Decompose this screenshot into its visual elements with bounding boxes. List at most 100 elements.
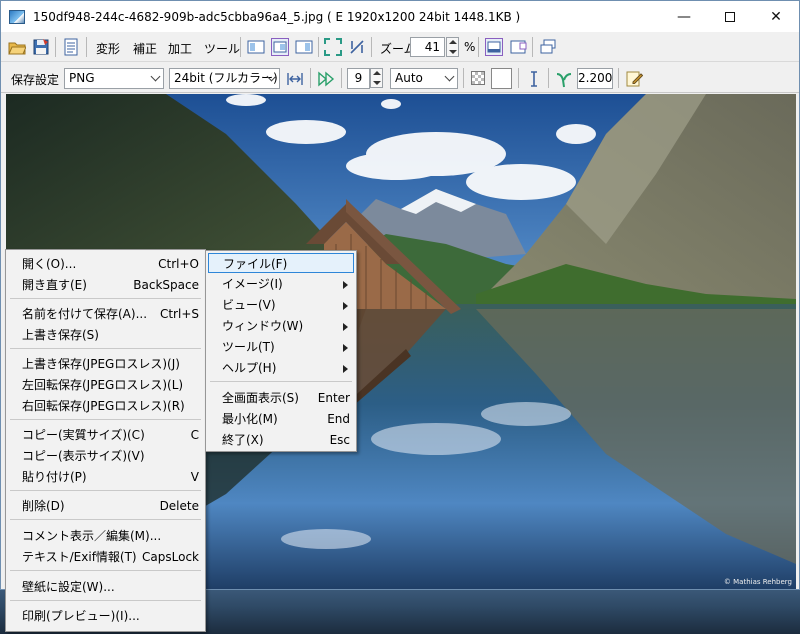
- app-icon: [9, 9, 25, 24]
- menu-item-set-wallpaper[interactable]: 壁紙に設定(W)...: [8, 577, 203, 597]
- text-cursor-icon[interactable]: [525, 70, 543, 88]
- menu-transform[interactable]: 変形: [96, 40, 120, 57]
- mode-value: Auto: [395, 71, 423, 85]
- toolbar-separator: [318, 37, 319, 57]
- minimize-button[interactable]: —: [661, 1, 707, 32]
- actual-size-icon[interactable]: [348, 38, 366, 56]
- submenu-item-exit[interactable]: 終了(X) Esc: [208, 430, 354, 450]
- chevron-right-icon: [343, 344, 348, 352]
- title-bar[interactable]: 150df948-244c-4682-909b-adc5cbba96a4_5.j…: [1, 1, 799, 32]
- menu-item-reopen[interactable]: 開き直す(E) BackSpace: [8, 275, 203, 295]
- toolbar-separator: [341, 68, 342, 88]
- save-settings-toolbar: 保存設定 PNG 24bit (フルカラー) 9 Auto 2.200: [1, 63, 799, 93]
- menu-adjust[interactable]: 補正: [133, 40, 157, 57]
- menu-item-rotate-right-save[interactable]: 右回転保存(JPEGロスレス)(R): [8, 396, 203, 416]
- chevron-right-icon: [343, 365, 348, 373]
- interval-input[interactable]: 9: [347, 68, 370, 89]
- menu-separator: [10, 570, 201, 571]
- minimize-icon: —: [677, 8, 691, 25]
- submenu-item-fullscreen[interactable]: 全画面表示(S) Enter: [208, 388, 354, 408]
- menu-item-paste[interactable]: 貼り付け(P) V: [8, 467, 203, 487]
- menu-item-rotate-left-save[interactable]: 左回転保存(JPEGロスレス)(L): [8, 375, 203, 395]
- submenu-item-minimize[interactable]: 最小化(M) End: [208, 409, 354, 429]
- bit-depth-select[interactable]: 24bit (フルカラー): [169, 68, 280, 89]
- zoom-input[interactable]: 41: [410, 37, 445, 57]
- menu-item-copy-actual[interactable]: コピー(実質サイズ)(C) C: [8, 425, 203, 445]
- toolbar-separator: [532, 37, 533, 57]
- chevron-right-icon: [343, 323, 348, 331]
- toolbar-separator: [518, 68, 519, 88]
- submenu-item-tools[interactable]: ツール(T): [208, 337, 354, 357]
- view-mode-icon[interactable]: [485, 38, 503, 56]
- submenu-item-view[interactable]: ビュー(V): [208, 295, 354, 315]
- interval-spinner[interactable]: [370, 68, 383, 88]
- chevron-down-icon: [444, 71, 455, 82]
- fit-image-icon[interactable]: [271, 38, 289, 56]
- menu-item-print[interactable]: 印刷(プレビュー)(I)...: [8, 606, 203, 626]
- menu-item-overwrite[interactable]: 上書き保存(S): [8, 325, 203, 345]
- submenu-item-file[interactable]: ファイル(F): [208, 253, 354, 273]
- cascade-windows-icon[interactable]: [539, 38, 557, 56]
- toolbar-separator: [55, 37, 56, 57]
- fullscreen-icon[interactable]: [324, 38, 342, 56]
- close-icon: ✕: [770, 8, 782, 25]
- window-size-icon[interactable]: [295, 38, 313, 56]
- main-toolbar: 変形 補正 加工 ツール ズーム: 41 %: [1, 32, 799, 62]
- toolbar-separator: [548, 68, 549, 88]
- format-select[interactable]: PNG: [64, 68, 164, 89]
- zoom-spinner[interactable]: [446, 37, 459, 57]
- menu-item-save-as[interactable]: 名前を付けて保存(A)... Ctrl+S: [8, 304, 203, 324]
- menu-item-delete[interactable]: 削除(D) Delete: [8, 496, 203, 516]
- submenu-item-window[interactable]: ウィンドウ(W): [208, 316, 354, 336]
- transparency-icon[interactable]: [471, 71, 485, 85]
- toolbar-separator: [240, 37, 241, 57]
- gamma-icon[interactable]: [555, 70, 573, 88]
- background-color-swatch[interactable]: [491, 68, 512, 89]
- maximize-icon: [725, 11, 735, 22]
- toolbar-separator: [478, 37, 479, 57]
- menu-separator: [10, 348, 201, 349]
- menu-separator: [10, 600, 201, 601]
- gamma-input[interactable]: 2.200: [577, 68, 613, 89]
- menu-separator: [10, 298, 201, 299]
- menu-item-exif-info[interactable]: テキスト/Exif情報(T) CapsLock: [8, 547, 203, 567]
- window-title: 150df948-244c-4682-909b-adc5cbba96a4_5.j…: [33, 9, 521, 24]
- save-disk-icon[interactable]: [32, 38, 50, 56]
- chevron-right-icon: [343, 302, 348, 310]
- mode-select[interactable]: Auto: [390, 68, 458, 89]
- edit-note-icon[interactable]: [625, 70, 643, 88]
- format-value: PNG: [69, 71, 95, 85]
- toolbar-separator: [618, 68, 619, 88]
- toolbar-separator: [310, 68, 311, 88]
- slideshow-play-icon[interactable]: [317, 70, 335, 88]
- chevron-right-icon: [343, 281, 348, 289]
- context-menu: 開く(O)... Ctrl+O 開き直す(E) BackSpace 名前を付けて保存…: [5, 249, 206, 632]
- submenu-item-image[interactable]: イメージ(I): [208, 274, 354, 294]
- menu-item-comment[interactable]: コメント表示／編集(M)...: [8, 526, 203, 546]
- panel-icon[interactable]: [509, 38, 527, 56]
- menu-separator: [10, 419, 201, 420]
- chevron-down-icon: [150, 71, 161, 82]
- image-credit: © Mathias Rehberg: [723, 578, 792, 586]
- save-settings-label: 保存設定: [11, 73, 60, 87]
- menu-separator: [10, 519, 201, 520]
- toolbar-separator: [463, 68, 464, 88]
- menu-tools[interactable]: ツール: [204, 40, 240, 57]
- maximize-button[interactable]: [707, 1, 753, 32]
- menu-separator: [210, 381, 352, 382]
- fit-window-icon[interactable]: [247, 38, 265, 56]
- bit-depth-value: 24bit (フルカラー): [174, 71, 278, 85]
- submenu-item-help[interactable]: ヘルプ(H): [208, 358, 354, 378]
- close-button[interactable]: ✕: [753, 1, 799, 32]
- open-folder-icon[interactable]: [8, 38, 26, 56]
- resize-width-icon[interactable]: [286, 70, 304, 88]
- document-icon[interactable]: [62, 38, 80, 56]
- menu-item-overwrite-lossless[interactable]: 上書き保存(JPEGロスレス)(J): [8, 354, 203, 374]
- submenu: ファイル(F) イメージ(I) ビュー(V) ウィンドウ(W) ツール(T) ヘ…: [205, 250, 357, 452]
- zoom-unit: %: [464, 40, 476, 54]
- menu-item-open[interactable]: 開く(O)... Ctrl+O: [8, 254, 203, 274]
- menu-item-copy-display[interactable]: コピー(表示サイズ)(V): [8, 446, 203, 466]
- toolbar-separator: [371, 37, 372, 57]
- toolbar-separator: [86, 37, 87, 57]
- menu-process[interactable]: 加工: [168, 40, 192, 57]
